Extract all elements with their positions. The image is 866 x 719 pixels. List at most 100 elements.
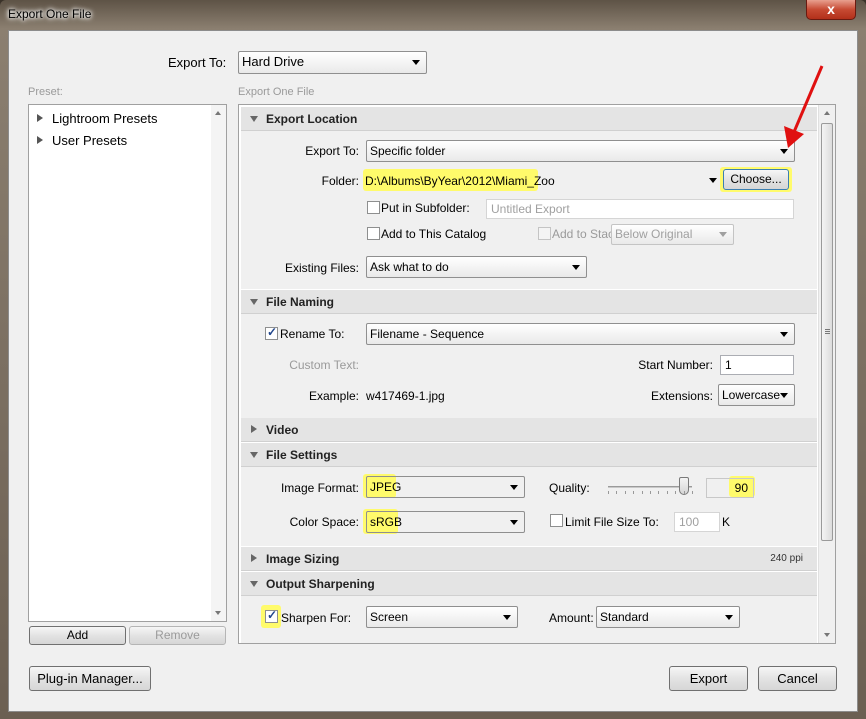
image-format-value: JPEG <box>370 480 402 494</box>
chevron-down-icon <box>572 265 580 270</box>
location-export-to-value: Specific folder <box>370 144 446 158</box>
settings-scrollbar[interactable] <box>818 105 835 643</box>
chevron-down-icon <box>780 393 788 398</box>
chevron-down-icon <box>510 485 518 490</box>
start-number-input[interactable]: 1 <box>720 355 794 375</box>
existing-files-dropdown[interactable]: Ask what to do <box>366 256 587 278</box>
slider-tick <box>616 491 618 494</box>
sharpen-checkbox[interactable] <box>265 608 278 623</box>
export-button[interactable]: Export <box>669 666 748 691</box>
sharpen-for-dropdown[interactable]: Screen <box>366 606 518 628</box>
preset-list[interactable]: Lightroom Presets User Presets <box>28 104 227 622</box>
image-sizing-summary: 240 ppi <box>770 553 803 564</box>
slider-tick <box>658 491 660 494</box>
stack-position-dropdown[interactable]: Below Original <box>611 224 734 245</box>
remove-preset-button[interactable]: Remove <box>129 626 226 645</box>
image-format-label: Image Format: <box>280 481 359 495</box>
folder-history-chevron-icon[interactable] <box>709 178 717 183</box>
grip-line <box>825 329 830 330</box>
chevron-down-icon <box>719 232 727 237</box>
choose-folder-button[interactable]: Choose... <box>723 169 789 190</box>
expand-triangle-icon[interactable] <box>37 136 43 144</box>
preset-scrollbar[interactable] <box>211 105 226 621</box>
rename-template-value: Filename - Sequence <box>370 327 485 341</box>
grip-line <box>825 333 830 334</box>
example-label: Example: <box>308 389 359 403</box>
collapse-triangle-icon[interactable] <box>250 116 258 122</box>
chevron-down-icon <box>780 332 788 337</box>
tree-item-lightroom-presets[interactable]: Lightroom Presets <box>37 111 158 126</box>
export-to-dropdown[interactable]: Hard Drive <box>238 51 427 74</box>
plugin-manager-button[interactable]: Plug-in Manager... <box>29 666 151 691</box>
color-space-value: sRGB <box>370 515 403 529</box>
image-format-dropdown[interactable]: JPEG <box>366 476 525 498</box>
extensions-value: Lowercase <box>722 388 781 402</box>
existing-files-value: Ask what to do <box>370 260 449 274</box>
subfolder-checkbox[interactable] <box>367 201 380 214</box>
add-catalog-checkbox[interactable] <box>367 227 380 240</box>
chevron-down-icon <box>412 60 420 65</box>
sharpen-for-value: Screen <box>370 610 409 624</box>
grip-line <box>825 331 830 332</box>
section-image-sizing[interactable]: Image Sizing 240 ppi <box>241 547 817 571</box>
add-stack-checkbox[interactable] <box>538 227 551 240</box>
tree-item-label: Lightroom Presets <box>52 111 158 126</box>
tree-item-user-presets[interactable]: User Presets <box>37 133 127 148</box>
limit-size-unit: K <box>722 515 731 529</box>
limit-size-input[interactable]: 100 <box>674 512 720 532</box>
subfolder-input[interactable]: Untitled Export <box>486 199 794 219</box>
section-title: File Settings <box>266 448 338 462</box>
stack-position-value: Below Original <box>615 227 693 241</box>
custom-text-label: Custom Text: <box>289 358 359 372</box>
rename-checkbox[interactable] <box>265 325 278 340</box>
section-title: Video <box>266 423 299 437</box>
quality-input[interactable]: 90 <box>706 478 754 498</box>
expand-triangle-icon[interactable] <box>37 114 43 122</box>
location-export-to-dropdown[interactable]: Specific folder <box>366 140 795 162</box>
export-to-value: Hard Drive <box>242 54 305 69</box>
section-title: Image Sizing <box>266 552 340 566</box>
section-title: Output Sharpening <box>266 577 375 591</box>
folder-label: Folder: <box>321 174 359 188</box>
section-output-sharpening[interactable]: Output Sharpening <box>241 572 817 596</box>
rename-template-dropdown[interactable]: Filename - Sequence <box>366 323 795 345</box>
slider-tick <box>608 491 609 494</box>
add-catalog-label: Add to This Catalog <box>381 227 487 241</box>
slider-tick <box>633 491 635 494</box>
slider-tick <box>624 491 626 494</box>
scroll-down-icon[interactable] <box>824 633 830 637</box>
quality-label: Quality: <box>549 481 590 495</box>
collapse-triangle-icon[interactable] <box>250 452 258 458</box>
export-to-label: Export To: <box>168 55 227 70</box>
expand-triangle-icon[interactable] <box>251 554 257 562</box>
cancel-button[interactable]: Cancel <box>758 666 837 691</box>
title-bar[interactable]: Export One File x <box>0 0 866 30</box>
collapse-triangle-icon[interactable] <box>250 581 258 587</box>
collapse-triangle-icon[interactable] <box>250 299 258 305</box>
extensions-dropdown[interactable]: Lowercase <box>718 384 795 406</box>
slider-tick <box>641 491 643 494</box>
scrollbar-thumb[interactable] <box>821 123 833 541</box>
scroll-up-icon[interactable] <box>215 111 221 115</box>
amount-label: Amount: <box>549 611 594 625</box>
amount-value: Standard <box>600 610 649 624</box>
close-button[interactable]: x <box>806 0 856 20</box>
color-space-dropdown[interactable]: sRGB <box>366 511 525 533</box>
section-file-naming[interactable]: File Naming <box>241 290 817 314</box>
section-file-settings[interactable]: File Settings <box>241 443 817 467</box>
existing-files-label: Existing Files: <box>284 261 359 275</box>
extensions-label: Extensions: <box>650 389 713 403</box>
section-export-location[interactable]: Export Location <box>241 107 817 131</box>
add-preset-button[interactable]: Add <box>29 626 126 645</box>
limit-size-checkbox[interactable] <box>550 514 563 527</box>
slider-tick <box>675 491 677 494</box>
folder-path[interactable]: D:\Albums\ByYear\2012\Miami_Zoo <box>365 174 555 188</box>
rename-label: Rename To: <box>280 327 345 341</box>
expand-triangle-icon[interactable] <box>251 425 257 433</box>
chevron-down-icon <box>510 520 518 525</box>
amount-dropdown[interactable]: Standard <box>596 606 740 628</box>
section-title: Export Location <box>266 112 358 126</box>
section-video[interactable]: Video <box>241 418 817 442</box>
scroll-down-icon[interactable] <box>215 611 221 615</box>
limit-size-label: Limit File Size To: <box>565 515 659 529</box>
